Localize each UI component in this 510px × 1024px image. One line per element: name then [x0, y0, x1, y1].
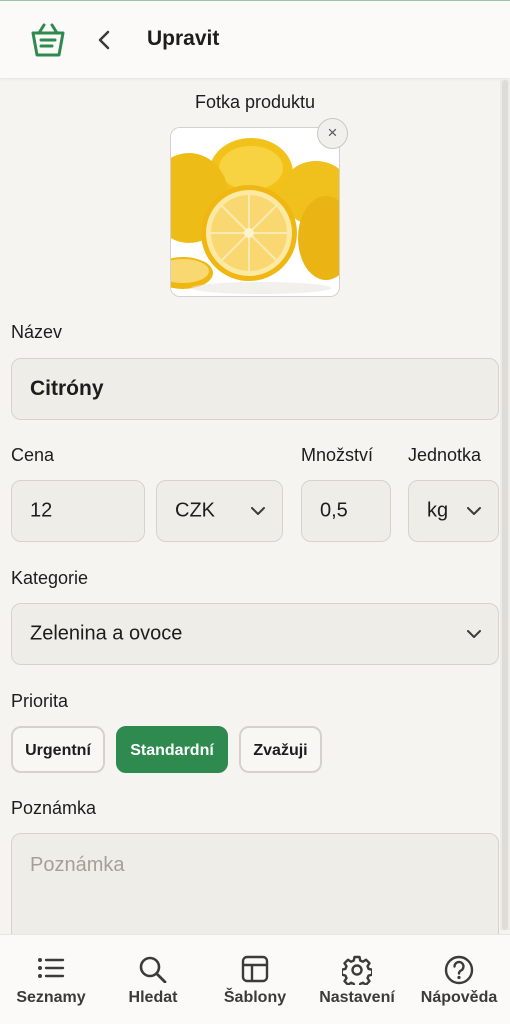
quantity-value: 0,5: [320, 499, 348, 522]
nav-label-search: Hledat: [128, 989, 178, 1006]
list-icon: [38, 958, 65, 978]
scrollbar-thumb[interactable]: [502, 80, 508, 930]
nav-label-settings: Nastavení: [319, 989, 395, 1006]
help-icon: [444, 955, 474, 985]
quantity-label: Množství: [301, 445, 374, 465]
quantity-field[interactable]: 0,5: [301, 480, 391, 542]
category-label: Kategorie: [11, 568, 89, 588]
name-label: Název: [11, 322, 63, 342]
price-value: 12: [30, 499, 53, 522]
priority-label: Priorita: [11, 691, 69, 711]
priority-standard-chip[interactable]: Standardní: [116, 726, 228, 773]
nav-item-search[interactable]: Hledat: [102, 935, 204, 1024]
name-field[interactable]: Citróny: [11, 358, 499, 420]
unit-value: kg: [427, 499, 449, 522]
priority-consider-chip[interactable]: Zvažuji: [239, 726, 322, 773]
price-field[interactable]: 12: [11, 480, 145, 542]
lemon-image: [171, 128, 339, 296]
note-label: Poznámka: [11, 798, 97, 818]
search-icon: [139, 956, 167, 983]
shopping-basket-icon[interactable]: [28, 21, 68, 59]
product-photo[interactable]: [170, 127, 340, 297]
unit-label: Jednotka: [408, 445, 482, 465]
gear-icon: [342, 955, 372, 985]
chevron-down-icon: [467, 507, 481, 515]
nav-item-help[interactable]: Nápověda: [408, 935, 510, 1024]
nav-item-lists[interactable]: Seznamy: [0, 935, 102, 1024]
category-value: Zelenina a ovoce: [30, 622, 183, 645]
nav-label-lists: Seznamy: [16, 989, 86, 1006]
photo-label: Fotka produktu: [194, 92, 316, 112]
bottom-navigation: Seznamy Hledat Šablony Nastavení Nápověd…: [0, 934, 510, 1024]
currency-select[interactable]: CZK: [156, 480, 283, 542]
category-select[interactable]: Zelenina a ovoce: [11, 603, 499, 665]
close-icon: ×: [327, 123, 338, 142]
template-icon: [241, 955, 269, 983]
remove-photo-button[interactable]: ×: [317, 118, 348, 149]
page-title: Upravit: [147, 27, 220, 50]
note-placeholder: Poznámka: [30, 854, 125, 876]
chevron-down-icon: [251, 507, 265, 515]
back-arrow-icon[interactable]: [92, 27, 118, 53]
chevron-down-icon: [467, 630, 481, 638]
price-label: Cena: [11, 445, 55, 465]
name-value: Citróny: [30, 377, 104, 400]
unit-select[interactable]: kg: [408, 480, 499, 542]
nav-item-settings[interactable]: Nastavení: [306, 935, 408, 1024]
currency-value: CZK: [175, 499, 215, 522]
priority-urgent-chip[interactable]: Urgentní: [11, 726, 105, 773]
app-header: Upravit: [0, 0, 510, 78]
scrollbar[interactable]: [500, 80, 510, 930]
nav-label-help: Nápověda: [420, 989, 498, 1006]
nav-item-templates[interactable]: Šablony: [204, 935, 306, 1024]
nav-label-templates: Šablony: [223, 989, 287, 1006]
